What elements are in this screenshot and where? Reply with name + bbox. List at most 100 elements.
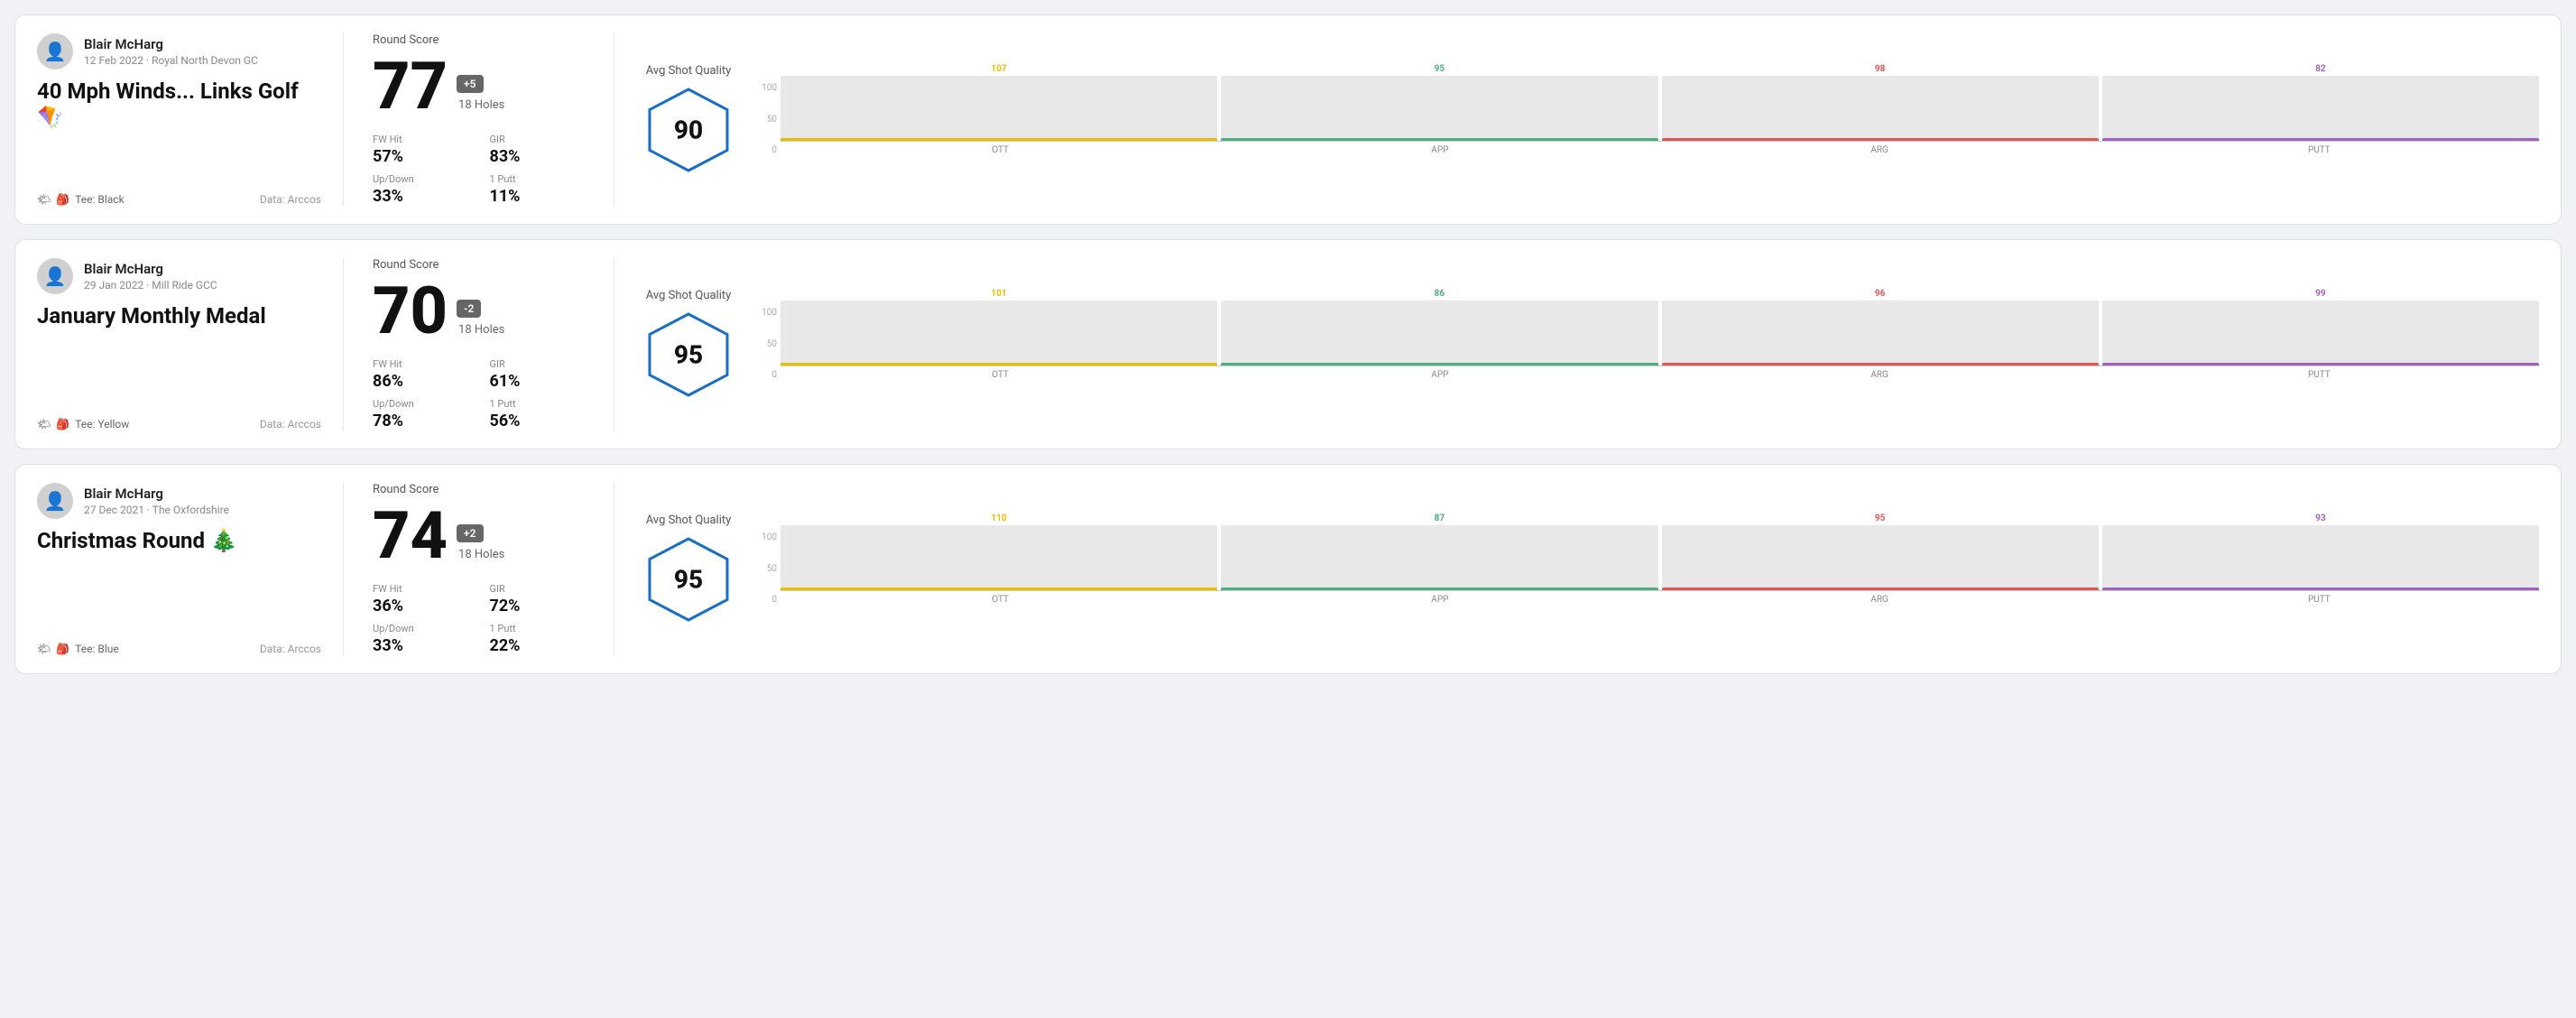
- y-label-100: 100: [752, 83, 777, 93]
- updown-value: 33%: [373, 187, 468, 206]
- hexagon: 95: [643, 310, 734, 400]
- holes-label: 18 Holes: [458, 548, 504, 561]
- chart-x-label: ARG: [1660, 145, 2100, 155]
- bar-bg-putt: [2102, 76, 2539, 141]
- oneputt-stat: 1 Putt 22%: [490, 623, 586, 655]
- fw-hit-value: 86%: [373, 372, 468, 391]
- player-info: 👤 Blair McHarg 12 Feb 2022 · Royal North…: [37, 33, 321, 69]
- hexagon: 90: [643, 85, 734, 175]
- chart-x-label: ARG: [1660, 595, 2100, 605]
- bar-value-app: 87: [1435, 514, 1445, 523]
- left-section: 👤 Blair McHarg 27 Dec 2021 · The Oxfords…: [37, 483, 344, 655]
- holes-label: 18 Holes: [458, 98, 504, 112]
- bar-value-ott: 110: [992, 514, 1007, 523]
- chart-x-label: APP: [1220, 145, 1659, 155]
- y-axis-labels: 100 50 0: [752, 532, 777, 605]
- y-axis-labels: 100 50 0: [752, 308, 777, 380]
- updown-value: 78%: [373, 412, 468, 430]
- cloud-icon: 🌤: [37, 643, 51, 655]
- left-section: 👤 Blair McHarg 29 Jan 2022 · Mill Ride G…: [37, 258, 344, 430]
- fw-hit-stat: FW Hit 57%: [373, 134, 468, 166]
- fw-hit-stat: FW Hit 86%: [373, 358, 468, 391]
- bag-icon: 🎒: [56, 193, 69, 206]
- fw-hit-value: 57%: [373, 147, 468, 166]
- avg-shot-quality-label: Avg Shot Quality: [646, 514, 732, 527]
- bar-value-app: 86: [1435, 289, 1445, 299]
- gir-label: GIR: [490, 583, 586, 595]
- avatar: 👤: [37, 33, 73, 69]
- fw-hit-label: FW Hit: [373, 134, 468, 145]
- bar-col-ott: 101: [780, 289, 1217, 366]
- hexagon: 95: [643, 534, 734, 625]
- holes-label: 18 Holes: [458, 323, 504, 337]
- bar-chart: 100 50 0 107 95 98 82: [752, 64, 2539, 155]
- bar-chart: 100 50 0 110 87 95 93: [752, 514, 2539, 605]
- right-section: Avg Shot Quality 95 100 50 0 110: [614, 483, 2539, 655]
- bar-bg-putt: [2102, 301, 2539, 366]
- score-number: 74: [373, 504, 448, 569]
- bar-value-arg: 96: [1875, 289, 1885, 299]
- y-label-0: 0: [752, 595, 777, 605]
- player-date-course: 29 Jan 2022 · Mill Ride GCC: [84, 279, 217, 292]
- avatar-icon: 👤: [44, 265, 67, 287]
- score-details: FW Hit 57% GIR 83% Up/Down 33% 1 Putt 11…: [373, 134, 585, 206]
- score-details: FW Hit 86% GIR 61% Up/Down 78% 1 Putt 56…: [373, 358, 585, 430]
- x-labels-row: OTTAPPARGPUTT: [780, 370, 2539, 380]
- player-info: 👤 Blair McHarg 29 Jan 2022 · Mill Ride G…: [37, 258, 321, 294]
- round-card: 👤 Blair McHarg 27 Dec 2021 · The Oxfords…: [14, 464, 2562, 674]
- bar-fill-putt: [2102, 363, 2539, 366]
- tee-label: Tee: Yellow: [75, 418, 129, 430]
- player-name: Blair McHarg: [84, 486, 229, 502]
- right-section: Avg Shot Quality 95 100 50 0 101: [614, 258, 2539, 430]
- bar-col-arg: 95: [1662, 514, 2099, 590]
- oneputt-label: 1 Putt: [490, 398, 586, 410]
- chart-x-label: OTT: [780, 145, 1220, 155]
- bar-col-ott: 110: [780, 514, 1217, 590]
- bar-col-putt: 93: [2102, 514, 2539, 590]
- quality-score: 90: [674, 116, 703, 145]
- chart-x-label: OTT: [780, 595, 1220, 605]
- quality-score: 95: [674, 565, 703, 595]
- bar-value-arg: 98: [1875, 64, 1885, 74]
- gir-stat: GIR 72%: [490, 583, 586, 615]
- updown-label: Up/Down: [373, 398, 468, 410]
- gir-label: GIR: [490, 134, 586, 145]
- updown-stat: Up/Down 33%: [373, 173, 468, 206]
- gir-value: 72%: [490, 597, 586, 615]
- middle-section: Round Score 74 +2 18 Holes FW Hit 36% GI…: [344, 483, 614, 655]
- bar-fill-arg: [1662, 588, 2099, 590]
- bar-value-putt: 93: [2315, 514, 2325, 523]
- gir-value: 83%: [490, 147, 586, 166]
- x-labels-row: OTTAPPARGPUTT: [780, 595, 2539, 605]
- data-source: Data: Arccos: [260, 193, 321, 206]
- updown-stat: Up/Down 33%: [373, 623, 468, 655]
- player-date-course: 12 Feb 2022 · Royal North Devon GC: [84, 54, 258, 67]
- bar-fill-putt: [2102, 138, 2539, 141]
- updown-label: Up/Down: [373, 623, 468, 634]
- score-row: 77 +5 18 Holes: [373, 54, 585, 119]
- cloud-icon: 🌤: [37, 193, 51, 206]
- middle-section: Round Score 77 +5 18 Holes FW Hit 57% GI…: [344, 33, 614, 206]
- bar-fill-ott: [780, 588, 1217, 590]
- chart-x-label: APP: [1220, 370, 1659, 380]
- bar-col-putt: 82: [2102, 64, 2539, 141]
- bar-chart: 100 50 0 101 86 96 99: [752, 289, 2539, 380]
- tee-info: 🌤 🎒 Tee: Blue: [37, 643, 119, 655]
- player-date-course: 27 Dec 2021 · The Oxfordshire: [84, 504, 229, 516]
- oneputt-value: 56%: [490, 412, 586, 430]
- bar-bg-arg: [1662, 525, 2099, 590]
- hex-and-label: Avg Shot Quality 90: [643, 64, 734, 175]
- round-title: January Monthly Medal: [37, 303, 321, 329]
- chart-x-label: PUTT: [2100, 370, 2539, 380]
- gir-value: 61%: [490, 372, 586, 391]
- footer-info: 🌤 🎒 Tee: Blue Data: Arccos: [37, 632, 321, 655]
- bar-bg-ott: [780, 301, 1217, 366]
- bar-bg-app: [1221, 525, 1657, 590]
- score-number: 77: [373, 54, 448, 119]
- bar-value-arg: 95: [1875, 514, 1885, 523]
- oneputt-label: 1 Putt: [490, 623, 586, 634]
- bar-col-app: 87: [1221, 514, 1657, 590]
- avatar: 👤: [37, 483, 73, 519]
- score-row: 70 -2 18 Holes: [373, 279, 585, 344]
- y-label-50: 50: [752, 339, 777, 349]
